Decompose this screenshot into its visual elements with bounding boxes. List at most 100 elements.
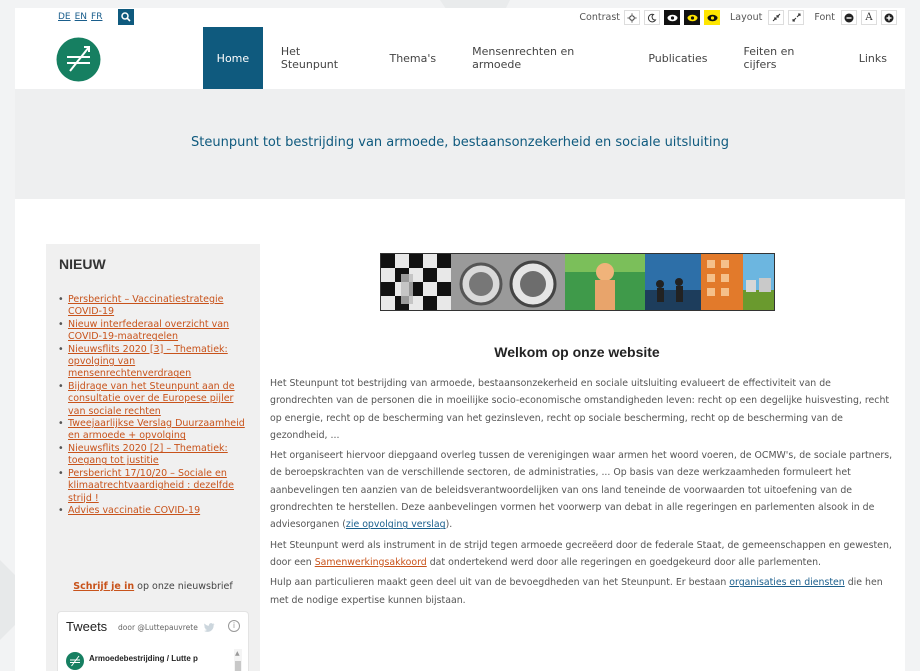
twitter-widget: Tweets door @Luttepauvrete i Armoedebest… [57, 611, 249, 671]
plus-icon [884, 13, 894, 22]
banner-photo-building [701, 254, 743, 310]
tweets-by-link[interactable]: door @Luttepauvrete [118, 623, 198, 632]
news-link[interactable]: Advies vaccinatie COVID-19 [68, 505, 200, 516]
layout-expand-button[interactable] [788, 10, 805, 25]
contrast-black-yellow-button[interactable] [684, 10, 701, 25]
banner-collage [380, 253, 775, 311]
page: DE EN FR Contrast Layout Font A Home Het… [15, 8, 905, 671]
news-link-line: COVID-19-maatregelen [68, 331, 179, 343]
list-item: Nieuwsflits 2020 [2] – Thematiek:toegang… [58, 443, 250, 468]
list-item: Persbericht – VaccinatiestrategieCOVID-1… [58, 294, 250, 319]
shrink-icon [772, 13, 781, 22]
list-item: Nieuw interfederaal overzicht vanCOVID-1… [58, 319, 250, 344]
tweets-scrollbar[interactable]: ▲ [234, 649, 242, 671]
site-logo[interactable] [56, 37, 101, 82]
list-item: Nieuwsflits 2020 [3] – Thematiek:opvolgi… [58, 344, 250, 381]
site-header: Home Het Steunpunt Thema's Mensenrechten… [15, 27, 905, 89]
font-reset-button[interactable]: A [861, 10, 877, 25]
news-link[interactable]: Persbericht – Vaccinatiestrategie COVID-1… [68, 294, 223, 317]
paragraph: Het Steunpunt werd als instrument in de … [270, 537, 894, 572]
nav-mensenrechten-en-armoede[interactable]: Mensenrechten en armoede [454, 27, 630, 89]
font-decrease-button[interactable] [841, 10, 857, 25]
news-link-line: en armoede + opvolging [68, 430, 186, 442]
news-link-line: Nieuw interfederaal overzicht van [68, 318, 230, 330]
nav-feiten-en-cijfers[interactable]: Feiten en cijfers [725, 27, 840, 89]
accessibility-tools: Contrast Layout Font A [579, 9, 897, 26]
content-area: NIEUW Persbericht – VaccinatiestrategieC… [15, 199, 905, 671]
contrast-dark-button[interactable] [644, 10, 661, 25]
news-sidebar: NIEUW Persbericht – VaccinatiestrategieC… [46, 244, 260, 671]
contrast-light-button[interactable] [624, 10, 641, 25]
news-link-line: mensenrechtenverdragen [68, 368, 192, 380]
list-item: Persbericht 17/10/20 – Sociale enklimaat… [58, 468, 250, 505]
tweet-account-name[interactable]: Armoedebestrijding / Lutte p [89, 654, 198, 663]
paragraph: Hulp aan particulieren maakt geen deel u… [270, 574, 894, 609]
paragraph: Het Steunpunt tot bestrijding van armoed… [270, 378, 890, 441]
news-link-line: Tweejaarlijkse Verslag Duurzaamheid [68, 418, 245, 430]
news-link[interactable]: Persbericht 17/10/20 – Sociale en klimaat… [68, 468, 234, 504]
list-item: Bijdrage van het Steunpunt aan deconsult… [58, 381, 250, 418]
news-link-line: Persbericht – Vaccinatiestrategie [68, 294, 224, 305]
banner-photo-laundry [451, 254, 565, 310]
lang-fr[interactable]: FR [91, 12, 102, 22]
news-link-line: klimaatrechtvaardigheid : dezelfde [68, 480, 234, 492]
organisations-link[interactable]: organisaties en diensten [729, 577, 844, 588]
welcome-heading: Welkom op onze website [494, 344, 660, 360]
lang-en[interactable]: EN [75, 12, 87, 22]
nav-themas[interactable]: Thema's [371, 27, 454, 89]
nav-publicaties[interactable]: Publicaties [630, 27, 725, 89]
news-link-line: COVID-19 [68, 306, 115, 318]
welcome-text: Het Steunpunt tot bestrijding van armoed… [270, 375, 894, 612]
cooperation-agreement-link[interactable]: Samenwerkingsakkoord [315, 557, 427, 568]
eye-icon [667, 14, 678, 21]
logo-icon [56, 37, 101, 82]
news-link-line: consultatie over de Europese pijler [68, 393, 234, 405]
news-link-line: van sociale rechten [68, 405, 161, 417]
font-increase-button[interactable] [881, 10, 897, 25]
layout-shrink-button[interactable] [768, 10, 785, 25]
news-link[interactable]: Bijdrage van het Steunpunt aan de consult… [68, 381, 235, 417]
contrast-yellow-black-button[interactable] [704, 10, 721, 25]
scrollbar-thumb[interactable] [235, 661, 241, 671]
subscribe-link[interactable]: Schrijf je in [73, 581, 134, 592]
scroll-up-icon[interactable]: ▲ [235, 650, 240, 657]
info-icon[interactable]: i [228, 620, 240, 632]
news-link[interactable]: Nieuw interfederaal overzicht van COVID-1… [68, 319, 229, 342]
language-switcher: DE EN FR [58, 11, 106, 22]
news-link[interactable]: Nieuwsflits 2020 [3] – Thematiek: opvolgi… [68, 344, 228, 380]
nav-het-steunpunt[interactable]: Het Steunpunt [263, 27, 372, 89]
minus-icon [844, 13, 854, 22]
list-item: Advies vaccinatie COVID-19 [58, 505, 250, 518]
newsletter-subscribe: Schrijf je in op onze nieuwsbrief [46, 581, 260, 592]
news-link-line: strijd ! [68, 492, 99, 504]
paragraph-text: ). [445, 519, 453, 531]
search-button[interactable] [118, 9, 134, 25]
expand-icon [792, 13, 801, 22]
banner-photo-people [645, 254, 701, 310]
tagline-band: Steunpunt tot bestrijding van armoede, b… [15, 89, 905, 199]
banner-photo-houses [743, 254, 774, 310]
news-link[interactable]: Tweejaarlijkse Verslag Duurzaamheid en ar… [68, 418, 245, 441]
list-item: Tweejaarlijkse Verslag Duurzaamheiden ar… [58, 418, 250, 443]
contrast-black-white-button[interactable] [664, 10, 681, 25]
news-link-line: Persbericht 17/10/20 – Sociale en [68, 467, 227, 479]
site-tagline: Steunpunt tot bestrijding van armoede, b… [191, 135, 729, 150]
nav-home[interactable]: Home [203, 27, 263, 89]
subscribe-text: op onze nieuwsbrief [134, 581, 233, 592]
follow-up-report-link[interactable]: zie opvolging verslag [346, 519, 446, 530]
lang-de[interactable]: DE [58, 12, 71, 22]
news-link-line: toegang tot justitie [68, 455, 159, 467]
news-link-line: opvolging van [68, 356, 136, 368]
font-label: Font [814, 12, 835, 23]
nav-links[interactable]: Links [841, 27, 905, 89]
avatar [66, 652, 84, 670]
moon-icon [647, 13, 657, 22]
twitter-icon [204, 623, 215, 632]
news-link-line: Advies vaccinatie COVID-19 [68, 504, 201, 516]
paragraph-text: Hulp aan particulieren maakt geen deel u… [270, 577, 730, 589]
news-list: Persbericht – VaccinatiestrategieCOVID-1… [58, 294, 250, 518]
news-link[interactable]: Nieuwsflits 2020 [2] – Thematiek: toegang… [68, 443, 228, 466]
sun-icon [627, 13, 637, 22]
news-link-line: Nieuwsflits 2020 [3] – Thematiek: [68, 343, 228, 355]
paragraph: Het organiseert hiervoor diepgaand overl… [270, 447, 894, 533]
